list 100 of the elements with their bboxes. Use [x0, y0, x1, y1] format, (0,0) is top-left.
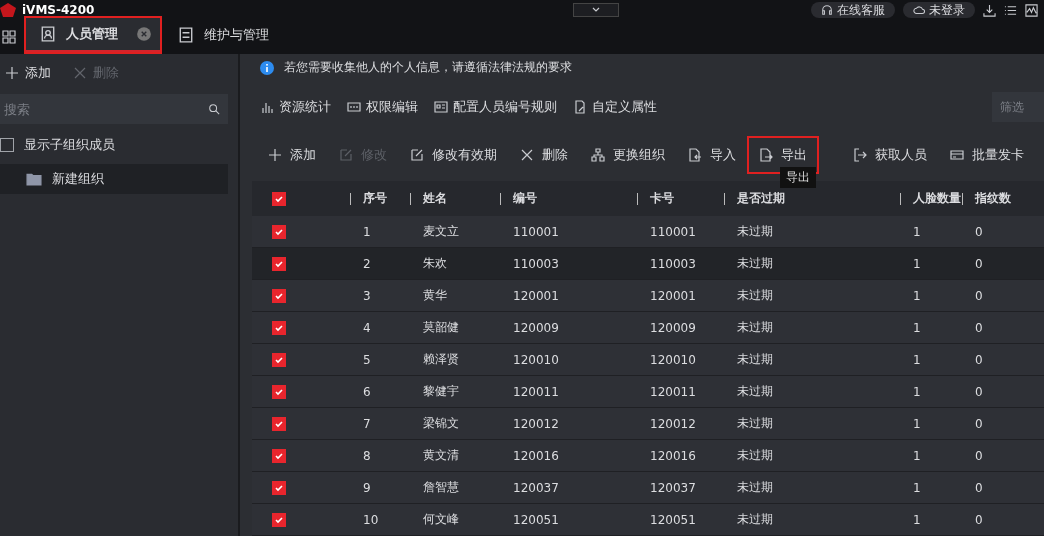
table-cell: 120051 [513, 512, 559, 527]
tree-item[interactable]: 新建组织 [0, 164, 228, 194]
dropdown-button[interactable] [573, 3, 620, 17]
table-cell: 莫韶健 [423, 320, 459, 334]
module-tab[interactable]: 维护与管理 [164, 18, 283, 52]
table-cell: 5 [363, 352, 371, 367]
toolbar-button[interactable]: 导入 [688, 145, 736, 164]
toolbar-button[interactable]: 批量发卡 [950, 145, 1024, 164]
table-cell: 1 [913, 448, 921, 463]
check-icon [274, 354, 284, 365]
check-icon [274, 322, 284, 333]
row-checkbox[interactable] [272, 224, 286, 239]
table-cell: 1 [913, 256, 921, 271]
table-cell: 6 [363, 384, 371, 399]
row-checkbox[interactable] [272, 384, 286, 399]
table-cell: 梁锦文 [423, 416, 459, 430]
row-checkbox[interactable] [272, 352, 286, 367]
table-cell: 未过期 [737, 288, 773, 302]
tool-button[interactable]: 权限编辑 [347, 97, 418, 116]
table-cell: 0 [975, 224, 983, 239]
table-cell: 未过期 [737, 224, 773, 238]
tool-button[interactable]: 自定义属性 [573, 97, 657, 116]
table-cell: 詹智慧 [423, 480, 459, 494]
table-cell: 120037 [513, 480, 559, 495]
filter-field[interactable]: 筛选 [992, 91, 1044, 122]
plus-icon [5, 66, 19, 80]
table-cell: 0 [975, 384, 983, 399]
check-icon [274, 450, 284, 461]
download-button[interactable] [983, 3, 996, 17]
edit-icon [410, 147, 424, 162]
tooltip: 导出 [780, 166, 816, 188]
table-row[interactable]: 2 朱欢 110003 110003 未过期 1 0 [252, 248, 1044, 280]
search-field[interactable]: 搜索 [0, 94, 228, 124]
check-icon [274, 258, 284, 269]
toolbar-button[interactable]: 添加 [268, 145, 316, 164]
toolbar-button[interactable]: 获取人员 [853, 145, 927, 164]
row-checkbox[interactable] [272, 416, 286, 431]
table-cell: 1 [913, 512, 921, 527]
toolbar-button[interactable]: 导出 [759, 145, 807, 164]
table-cell: 2 [363, 256, 371, 271]
table-cell: 朱欢 [423, 256, 447, 270]
table-cell: 1 [913, 480, 921, 495]
folder-icon [26, 171, 42, 187]
tool-button[interactable]: 配置人员编号规则 [434, 97, 557, 116]
row-checkbox[interactable] [272, 256, 286, 271]
table-cell: 0 [975, 288, 983, 303]
table-cell: 未过期 [737, 352, 773, 366]
table-cell: 120016 [650, 448, 696, 463]
list-button[interactable] [1004, 3, 1017, 17]
table-cell: 120009 [513, 320, 559, 335]
table-cell: 120001 [513, 288, 559, 303]
table-cell: 120001 [650, 288, 696, 303]
search-icon [208, 103, 220, 115]
id-card-icon [434, 99, 448, 114]
table-cell: 120051 [650, 512, 696, 527]
check-icon [274, 290, 284, 301]
table-cell: 0 [975, 352, 983, 367]
plus-icon [268, 147, 282, 162]
edit-icon [339, 147, 353, 162]
table-cell: 120010 [513, 352, 559, 367]
table-cell: 120012 [513, 416, 559, 431]
row-checkbox[interactable] [272, 320, 286, 335]
hierarchy-icon [591, 147, 605, 162]
table-cell: 0 [975, 480, 983, 495]
table-cell: 黄华 [423, 288, 447, 302]
row-checkbox[interactable] [272, 288, 286, 303]
tool-button[interactable]: 资源统计 [260, 97, 331, 116]
table-cell: 未过期 [737, 256, 773, 270]
check-icon [274, 226, 284, 237]
monitor-button[interactable] [1025, 3, 1038, 17]
row-checkbox[interactable] [272, 480, 286, 495]
module-tab[interactable]: 人员管理 [26, 18, 160, 52]
table-cell: 0 [975, 448, 983, 463]
card-icon [950, 147, 964, 162]
table-cell: 1 [363, 224, 371, 239]
table-cell: 120011 [513, 384, 559, 399]
toolbar-button[interactable]: 更换组织 [591, 145, 665, 164]
table-cell: 0 [975, 320, 983, 335]
exit-icon [853, 147, 867, 162]
table-cell: 1 [913, 288, 921, 303]
add-button[interactable]: 添加 [5, 64, 51, 82]
table-cell: 赖泽贤 [423, 352, 459, 366]
table-cell: 110001 [513, 224, 559, 239]
close-icon [73, 66, 87, 80]
row-checkbox[interactable] [272, 512, 286, 527]
header-button[interactable]: 在线客服 [811, 2, 895, 18]
row-checkbox[interactable] [272, 448, 286, 463]
select-all-checkbox[interactable] [272, 191, 286, 206]
table-cell: 未过期 [737, 320, 773, 334]
toolbar-button[interactable]: 修改有效期 [410, 145, 497, 164]
toolbar-button[interactable]: 删除 [520, 145, 568, 164]
header-button[interactable]: 未登录 [903, 2, 975, 18]
info-icon [260, 60, 274, 75]
checkbox-label: 显示子组织成员 [24, 136, 115, 154]
table-cell: 1 [913, 224, 921, 239]
close-icon [520, 147, 534, 162]
check-icon [274, 386, 284, 397]
checkbox[interactable] [0, 138, 14, 152]
column-header: 是否过期 [737, 190, 785, 207]
check-icon [274, 418, 284, 429]
